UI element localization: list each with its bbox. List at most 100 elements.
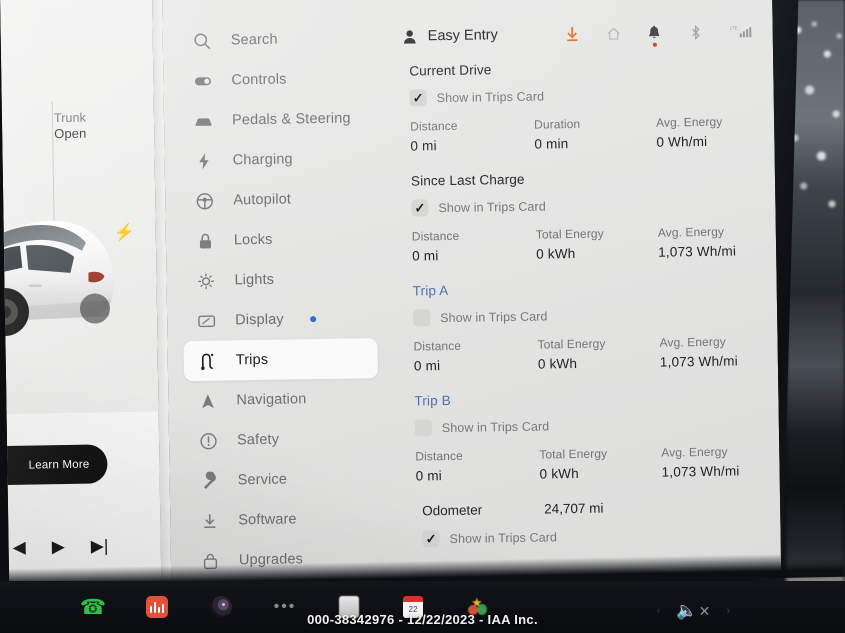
sidebar-item-display[interactable]: Display [183, 298, 378, 341]
svg-text:LTE: LTE [730, 25, 738, 30]
learn-more-label: Learn More [28, 458, 90, 472]
alert-circle-icon [199, 431, 218, 450]
sidebar-item-safety[interactable]: Safety [185, 418, 380, 461]
navigation-arrow-icon [198, 391, 217, 410]
notification-badge-dot [652, 42, 657, 47]
metric-label: Distance [413, 338, 462, 354]
lock-icon [196, 231, 215, 250]
display-icon [197, 311, 216, 330]
sidebar-item-label: Pedals & Steering [231, 110, 351, 129]
metric-label: Total Energy [537, 336, 606, 352]
show-in-trips-card-row-current-drive[interactable]: ✓ Show in Trips Card [409, 84, 760, 107]
show-in-trips-card-checkbox-trip-a[interactable] [413, 309, 431, 327]
metrics-row-trip-b: Distance 0 mi Total Energy 0 kWh Avg. Energy… [415, 444, 765, 484]
metric-value: 0 mi [412, 248, 439, 264]
metrics-row-current-drive: Distance 0 mi Duration 0 min Avg. Energy 0 Wh… [410, 114, 760, 154]
lightbulb-icon [196, 271, 215, 290]
sidebar-item-autopilot[interactable]: Autopilot [181, 178, 376, 221]
metric-value: 0 min [534, 136, 569, 152]
metric-distance: Distance 0 mi [410, 118, 535, 154]
window-lower-blurred [786, 296, 845, 496]
metric-avg-energy: Avg. Energy 0 Wh/mi [656, 115, 723, 150]
sidebar-item-locks[interactable]: Locks [182, 218, 377, 261]
pane-shade [6, 411, 162, 590]
metric-label: Avg. Energy [655, 114, 723, 130]
trips-content: Easy Entry LTE Current Drive ✓ Show in T… [388, 4, 782, 590]
metric-label: Total Energy [535, 226, 604, 242]
car-icon [194, 111, 213, 130]
notification-bell-icon[interactable] [647, 24, 662, 47]
search-icon [193, 31, 212, 50]
home-icon[interactable] [606, 25, 621, 42]
metrics-row-trip-a: Distance 0 mi Total Energy 0 kWh Avg. Energy… [413, 334, 763, 374]
content-header: Easy Entry LTE [403, 18, 759, 50]
sidebar-item-controls[interactable]: Controls [179, 58, 374, 101]
metric-value: 1,073 Wh/mi [659, 353, 738, 370]
metrics-row-since-last-charge: Distance 0 mi Total Energy 0 kWh Avg. Energy… [412, 224, 762, 264]
metric-value: 1,073 Wh/mi [658, 243, 737, 260]
metric-value: 0 Wh/mi [656, 133, 708, 150]
lte-signal-icon[interactable]: LTE [729, 23, 753, 40]
show-in-trips-card-checkbox-trip-b[interactable] [414, 419, 433, 437]
sidebar-item-trips[interactable]: Trips [183, 338, 379, 382]
sidebar-item-label: Display [235, 311, 284, 329]
show-in-trips-card-label: Show in Trips Card [441, 418, 550, 435]
sidebar-item-label: Lights [234, 271, 275, 289]
show-in-trips-card-label: Show in Trips Card [438, 198, 546, 215]
metric-total-energy: Total Energy 0 kWh [539, 446, 662, 482]
steering-wheel-icon [195, 191, 214, 210]
metric-label: Distance [411, 228, 460, 244]
show-in-trips-card-checkbox-current-drive[interactable]: ✓ [409, 89, 427, 107]
metric-avg-energy: Avg. Energy 1,073 Wh/mi [659, 334, 738, 370]
sidebar-item-service[interactable]: Service [185, 458, 380, 501]
trunk-status-callout: Trunk Open [53, 110, 150, 142]
vehicle-image[interactable] [0, 184, 132, 361]
settings-panel: Search Controls Pedals & Steering Charging A… [161, 0, 782, 590]
learn-more-button[interactable]: Learn More [0, 444, 108, 486]
metric-distance: Distance 0 mi [415, 448, 540, 484]
play-icon[interactable]: ▶ [52, 537, 65, 556]
next-track-icon[interactable]: ▶| [91, 536, 109, 555]
section-title-current-drive: Current Drive [409, 62, 492, 79]
show-in-trips-card-row-trip-a[interactable]: Show in Trips Card [413, 304, 763, 327]
metric-total-energy: Total Energy 0 kWh [536, 226, 659, 262]
previous-track-icon[interactable]: ◀ [13, 537, 26, 556]
metric-value: 0 mi [413, 358, 441, 374]
metric-label: Distance [415, 448, 463, 464]
trunk-callout-state: Open [54, 125, 87, 142]
driver-profile-button[interactable]: Easy Entry [403, 27, 498, 44]
sidebar-item-software[interactable]: Software [186, 498, 381, 541]
status-bar: LTE [565, 23, 759, 47]
profile-label: Easy Entry [427, 27, 498, 45]
bolt-icon [194, 151, 213, 170]
sidebar-item-pedals-steering[interactable]: Pedals & Steering [180, 98, 375, 141]
media-transport-controls: ◀ ▶ ▶| [8, 529, 160, 563]
vehicle-visualization-pane: Trunk Open ⚡ Learn More ◀ ▶ ▶| [0, 0, 162, 590]
settings-sidebar: Search Controls Pedals & Steering Charging A… [162, 10, 389, 587]
auction-watermark: 000-38342976 - 12/22/2023 - IAA Inc. [307, 612, 538, 627]
metric-total-energy: Total Energy 0 kWh [537, 336, 660, 372]
sidebar-item-charging[interactable]: Charging [180, 138, 375, 181]
sidebar-item-navigation[interactable]: Navigation [184, 378, 379, 421]
bluetooth-icon[interactable] [688, 23, 703, 40]
sidebar-item-label: Charging [232, 151, 293, 169]
show-in-trips-card-checkbox-since-last-charge[interactable]: ✓ [411, 199, 429, 217]
software-download-icon[interactable] [565, 25, 580, 42]
odometer-show-in-trips-card-row[interactable]: ✓ Show in Trips Card [422, 525, 766, 548]
trunk-callout-title: Trunk [53, 110, 87, 126]
download-icon [200, 511, 219, 530]
metric-value: 0 kWh [536, 245, 576, 262]
section-title-since-last-charge: Since Last Charge [410, 171, 525, 189]
odometer-checkbox[interactable]: ✓ [422, 530, 440, 548]
odometer-row: Odometer 24,707 mi [422, 498, 766, 519]
sidebar-item-lights[interactable]: Lights [182, 258, 377, 301]
sidebar-item-search[interactable]: Search [178, 18, 373, 61]
sidebar-item-label: Service [237, 471, 288, 489]
sidebar-item-badge-dot [309, 316, 316, 323]
metric-distance: Distance 0 mi [412, 228, 537, 264]
section-title-trip-a[interactable]: Trip A [413, 278, 763, 299]
show-in-trips-card-row-since-last-charge[interactable]: ✓ Show in Trips Card [411, 194, 761, 217]
section-title-trip-b[interactable]: Trip B [414, 388, 764, 409]
wrench-icon [200, 471, 219, 490]
show-in-trips-card-row-trip-b[interactable]: Show in Trips Card [414, 414, 765, 437]
